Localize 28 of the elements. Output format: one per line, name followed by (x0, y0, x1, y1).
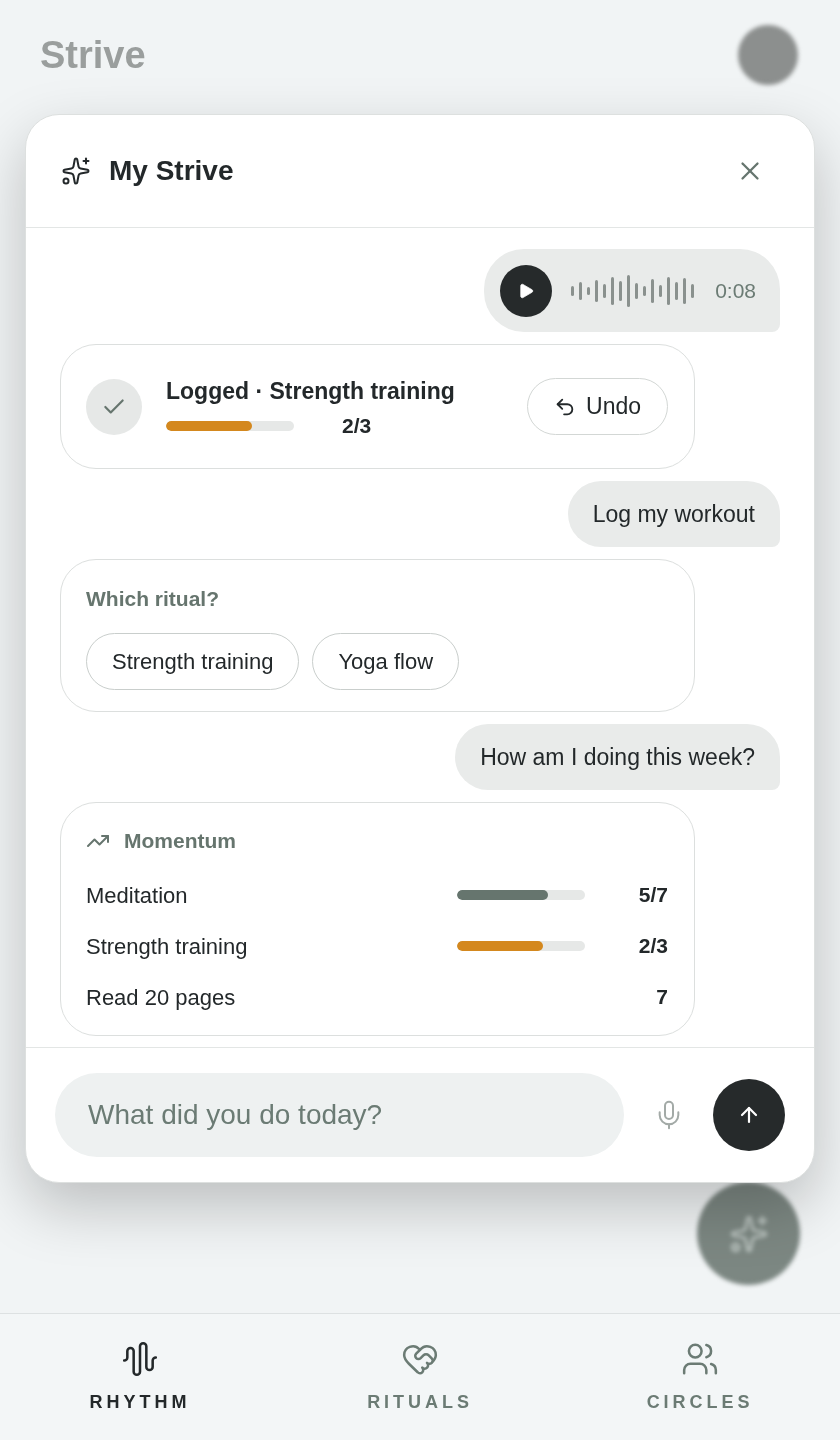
nav-tab[interactable]: CIRCLES (560, 1314, 840, 1440)
ritual-count: 2/3 (638, 933, 668, 960)
nav-tab[interactable]: RHYTHM (0, 1314, 280, 1440)
ritual-name: Strength training (86, 932, 248, 961)
panel-title: My Strive (109, 154, 234, 188)
message-input[interactable]: What did you do today? (55, 1073, 624, 1157)
profile-avatar[interactable] (738, 25, 798, 85)
ritual-name: Meditation (86, 881, 188, 910)
voice-duration: 0:08 (715, 277, 756, 304)
nav-tab[interactable]: RITUALS (280, 1314, 560, 1440)
ritual-count: 7 (656, 984, 668, 1011)
sparkles-icon (728, 1213, 769, 1254)
user-message-bubble: Log my workout (567, 481, 780, 547)
ritual-option-chip[interactable]: Yoga flow (312, 633, 460, 690)
sparkles-icon (61, 156, 91, 186)
progress-count: 2/3 (342, 412, 372, 439)
user-message-bubble: How am I doing this week? (455, 724, 780, 790)
momentum-title: Momentum (124, 828, 236, 855)
play-icon (517, 281, 536, 300)
logged-title: Logged · Strength training (166, 376, 455, 405)
ritual-option-chip[interactable]: Strength training (86, 633, 300, 690)
ritual-count: 5/7 (638, 882, 668, 909)
waveform-icon (121, 1340, 159, 1378)
choice-prompt: Which ritual? (86, 586, 219, 612)
ritual-name: Read 20 pages (86, 983, 236, 1012)
undo-button[interactable]: Undo (527, 378, 668, 435)
app-title: Strive (40, 32, 146, 78)
assistant-fab[interactable] (697, 1182, 800, 1285)
